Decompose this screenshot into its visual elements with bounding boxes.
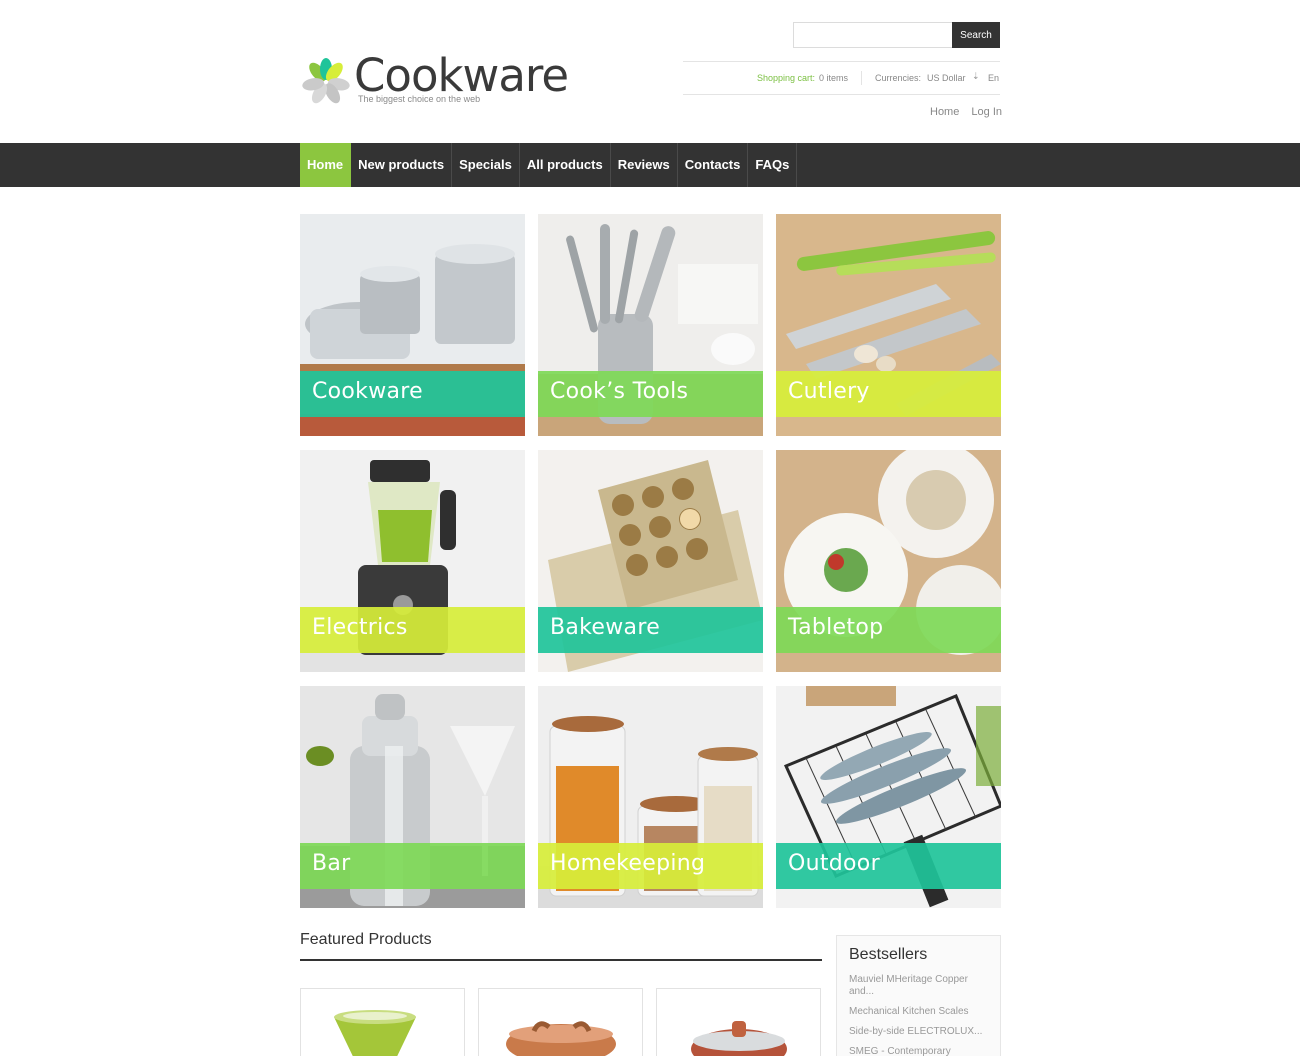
category-label: Cook’s Tools [550, 379, 689, 404]
category-label-wrap: Outdoor [776, 843, 1001, 889]
category-tile-homekeeping[interactable]: Homekeeping [538, 686, 763, 908]
category-label-wrap: Cookware [300, 371, 525, 417]
category-label: Cookware [312, 379, 423, 404]
home-link[interactable]: Home [930, 106, 959, 118]
category-label: Tabletop [788, 615, 884, 640]
category-label: Homekeeping [550, 851, 706, 876]
search-button[interactable]: Search [952, 22, 1000, 48]
currency-label: Currencies: [875, 73, 922, 83]
product-card[interactable] [478, 988, 643, 1056]
currency-select[interactable]: US Dollar [927, 73, 966, 83]
category-tile-cooks-tools[interactable]: Cook’s Tools [538, 214, 763, 436]
funnel-product-image [334, 1010, 416, 1056]
login-link[interactable]: Log In [971, 106, 1002, 118]
product-card[interactable] [656, 988, 821, 1056]
category-label: Electrics [312, 615, 408, 640]
nav-item-home[interactable]: Home [300, 143, 352, 187]
featured-title: Featured Products [300, 931, 432, 948]
flower-logo-icon [302, 58, 350, 104]
category-label: Cutlery [788, 379, 870, 404]
bestseller-link[interactable]: Side-by-side ELECTROLUX... [849, 1026, 989, 1038]
nav-item-new-products[interactable]: New products [351, 143, 453, 187]
logo[interactable]: Cookware The biggest choice on the web [300, 52, 569, 112]
divider [300, 959, 822, 961]
nav-item-reviews[interactable]: Reviews [611, 143, 678, 187]
category-label-wrap: Cook’s Tools [538, 371, 763, 417]
category-label-wrap: Electrics [300, 607, 525, 653]
copper-pot-product-image [506, 1021, 616, 1056]
nav-item-contacts[interactable]: Contacts [678, 143, 749, 187]
category-label-wrap: Homekeeping [538, 843, 763, 889]
main-nav: Home New products Specials All products … [0, 143, 1300, 187]
bestsellers-box: Bestsellers Mauviel MHeritage Copper and… [836, 935, 1001, 1056]
category-label: Bakeware [550, 615, 661, 640]
product-card[interactable] [300, 988, 465, 1056]
bestseller-link[interactable]: SMEG - Contemporary [849, 1046, 989, 1056]
nav-items: Home New products Specials All products … [300, 143, 798, 187]
info-bar: Shopping cart: 0 items Currencies: US Do… [683, 61, 1000, 95]
bestseller-link[interactable]: Mauviel MHeritage Copper and... [849, 974, 989, 998]
search-input[interactable] [793, 22, 953, 48]
category-label: Outdoor [788, 851, 880, 876]
brand-tagline: The biggest choice on the web [358, 94, 481, 104]
category-label-wrap: Bar [300, 843, 525, 889]
stock-pot-product-image [691, 1021, 787, 1056]
nav-item-specials[interactable]: Specials [452, 143, 520, 187]
shopping-cart-link[interactable]: Shopping cart: [757, 73, 815, 83]
category-tile-bar[interactable]: Bar [300, 686, 525, 908]
divider [861, 71, 862, 85]
chevron-down-icon[interactable]: ⇣ [972, 71, 980, 82]
category-tile-tabletop[interactable]: Tabletop [776, 450, 1001, 672]
brand-name: Cookware [354, 49, 569, 102]
category-label-wrap: Cutlery [776, 371, 1001, 417]
nav-item-all-products[interactable]: All products [520, 143, 611, 187]
category-label-wrap: Bakeware [538, 607, 763, 653]
category-tile-cookware[interactable]: Cookware [300, 214, 525, 436]
top-links: Home Log In [930, 106, 1011, 118]
category-tile-bakeware[interactable]: Bakeware [538, 450, 763, 672]
page: Cookware The biggest choice on the web S… [0, 0, 1300, 1056]
category-label: Bar [312, 851, 351, 876]
cart-count[interactable]: 0 items [819, 73, 848, 83]
bestseller-link[interactable]: Mechanical Kitchen Scales [849, 1006, 989, 1018]
category-tile-outdoor[interactable]: Outdoor [776, 686, 1001, 908]
category-tile-cutlery[interactable]: Cutlery [776, 214, 1001, 436]
category-tile-electrics[interactable]: Electrics [300, 450, 525, 672]
bestsellers-title: Bestsellers [849, 946, 928, 963]
category-label-wrap: Tabletop [776, 607, 1001, 653]
language-select[interactable]: En [988, 73, 999, 83]
nav-item-faqs[interactable]: FAQs [748, 143, 798, 187]
